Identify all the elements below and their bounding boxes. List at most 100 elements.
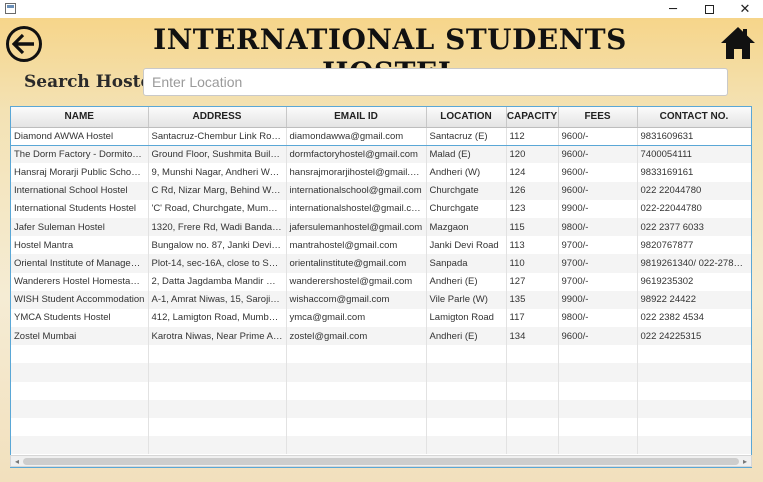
column-header-name[interactable]: NAME [11, 107, 149, 128]
table-cell [426, 363, 507, 382]
table-row[interactable]: WISH Student Accommodation A-1, Amrat Niw… [11, 290, 751, 309]
scrollbar-thumb[interactable] [23, 458, 739, 465]
table-cell [286, 418, 427, 437]
table-cell: International Students Hostel [11, 199, 149, 218]
table-cell: 112 [506, 126, 559, 146]
table-row[interactable]: YMCA Students Hostel 412, Lamigton Road, … [11, 308, 751, 328]
table-cell: 2, Datta Jagdamba Mandir Ma... [148, 272, 287, 291]
table-cell: 9900/- [558, 290, 638, 309]
table-cell [426, 418, 507, 437]
table-cell: 9700/- [558, 254, 638, 273]
table-body: Diamond AWWA Hostel Santacruz-Chembur Lin… [11, 126, 751, 455]
table-row[interactable]: Jafer Suleman Hostel 1320, Frere Rd, Wadi… [11, 217, 751, 237]
empty-table-row[interactable] [11, 418, 751, 437]
table-cell: hansrajmorarjihostel@gmail.com [286, 163, 427, 182]
table-cell: 'C' Road, Churchgate, Mumbai... [148, 199, 287, 218]
table-cell: Malad (E) [426, 145, 507, 164]
table-cell: Bungalow no. 87, Janki Devi P... [148, 236, 287, 255]
table-cell: 120 [506, 145, 559, 164]
table-row[interactable]: Wanderers Hostel Homestay ... 2, Datta Ja… [11, 272, 751, 291]
table-cell: diamondawwa@gmail.com [286, 126, 427, 146]
table-cell: YMCA Students Hostel [11, 308, 149, 328]
table-cell: Jafer Suleman Hostel [11, 217, 149, 237]
table-cell: C Rd, Nizar Marg, Behind Wan... [148, 181, 287, 200]
table-row[interactable]: Zostel Mumbai Karotra Niwas, Near Prime A… [11, 327, 751, 346]
column-header-location[interactable]: LOCATION [426, 107, 507, 128]
table-cell: Vile Parle (W) [426, 290, 507, 309]
table-row[interactable]: Hansraj Morarji Public School ... 9, Muns… [11, 163, 751, 182]
empty-table-row[interactable] [11, 345, 751, 364]
horizontal-scrollbar[interactable]: ◂ ▸ [10, 455, 752, 467]
table-cell [286, 436, 427, 455]
back-button[interactable] [6, 26, 42, 62]
table-row[interactable]: International School Hostel C Rd, Nizar M… [11, 181, 751, 200]
empty-table-row[interactable] [11, 399, 751, 418]
table-cell: jafersulemanhostel@gmail.com [286, 217, 427, 237]
table-cell [11, 418, 149, 437]
table-cell: Hansraj Morarji Public School ... [11, 163, 149, 182]
table-cell [11, 399, 149, 418]
maximize-button[interactable] [691, 0, 727, 18]
table-cell [426, 345, 507, 364]
table-cell: Andheri (W) [426, 163, 507, 182]
table-cell: Santacruz (E) [426, 126, 507, 146]
table-cell: 9831609631 [637, 126, 751, 146]
table-row[interactable]: Diamond AWWA Hostel Santacruz-Chembur Lin… [11, 126, 751, 146]
table-cell [506, 363, 559, 382]
table-cell: Andheri (E) [426, 327, 507, 346]
table-cell: 113 [506, 236, 559, 255]
table-cell [286, 399, 427, 418]
table-row[interactable]: The Dorm Factory - Dormitorie... Ground F… [11, 145, 751, 164]
table-cell: Andheri (E) [426, 272, 507, 291]
table-cell [506, 345, 559, 364]
table-cell [637, 345, 751, 364]
table-cell: 98922 24422 [637, 290, 751, 309]
table-cell: dormfactoryhostel@gmail.com [286, 145, 427, 164]
table-row[interactable]: Oriental Institute of Managem... Plot-14,… [11, 254, 751, 273]
table-cell: wishaccom@gmail.com [286, 290, 427, 309]
table-cell [558, 399, 638, 418]
column-header-email-id[interactable]: EMAIL ID [286, 107, 427, 128]
table-cell: Karotra Niwas, Near Prime Aca... [148, 327, 287, 346]
scroll-left-icon[interactable]: ◂ [12, 457, 22, 466]
table-cell [558, 381, 638, 400]
table-cell [426, 399, 507, 418]
table-cell: wanderershostel@gmail.com [286, 272, 427, 291]
column-header-address[interactable]: ADDRESS [148, 107, 287, 128]
table-cell: Sanpada [426, 254, 507, 273]
table-cell: 9800/- [558, 217, 638, 237]
home-button[interactable] [719, 25, 757, 61]
table-row[interactable]: International Students Hostel 'C' Road, C… [11, 199, 751, 218]
column-header-capacity[interactable]: CAPACITY [506, 107, 559, 128]
table-cell: Ground Floor, Sushmita Buildi... [148, 145, 287, 164]
table-cell [558, 345, 638, 364]
table-cell: A-1, Amrat Niwas, 15, Sarojini ... [148, 290, 287, 309]
table-cell [506, 381, 559, 400]
table-cell: 9, Munshi Nagar, Andheri Wes... [148, 163, 287, 182]
table-cell [148, 436, 287, 455]
table-cell: 123 [506, 199, 559, 218]
table-cell [148, 345, 287, 364]
table-cell: internationalshostel@gmail.com [286, 199, 427, 218]
table-cell [11, 436, 149, 455]
table-row[interactable]: Hostel Mantra Bungalow no. 87, Janki Devi… [11, 236, 751, 255]
column-header-contact-no[interactable]: CONTACT NO. [637, 107, 751, 128]
table-cell: 412, Lamigton Road, Mumbai, ... [148, 308, 287, 328]
minimize-button[interactable]: ─ [655, 0, 691, 18]
table-cell: Diamond AWWA Hostel [11, 126, 149, 146]
empty-table-row[interactable] [11, 363, 751, 382]
close-button[interactable]: ✕ [727, 0, 763, 18]
empty-table-row[interactable] [11, 381, 751, 400]
table-cell [637, 399, 751, 418]
scroll-right-icon[interactable]: ▸ [740, 457, 750, 466]
table-cell: 117 [506, 308, 559, 328]
search-label: Search Hostel [24, 72, 158, 92]
column-header-fees[interactable]: FEES [558, 107, 638, 128]
table-cell: 9819261340/ 022-27899... [637, 254, 751, 273]
table-cell: Hostel Mantra [11, 236, 149, 255]
table-cell: 9600/- [558, 126, 638, 146]
table-cell: 126 [506, 181, 559, 200]
empty-table-row[interactable] [11, 436, 751, 455]
table-cell: 022 2377 6033 [637, 217, 751, 237]
search-input[interactable] [143, 68, 728, 96]
